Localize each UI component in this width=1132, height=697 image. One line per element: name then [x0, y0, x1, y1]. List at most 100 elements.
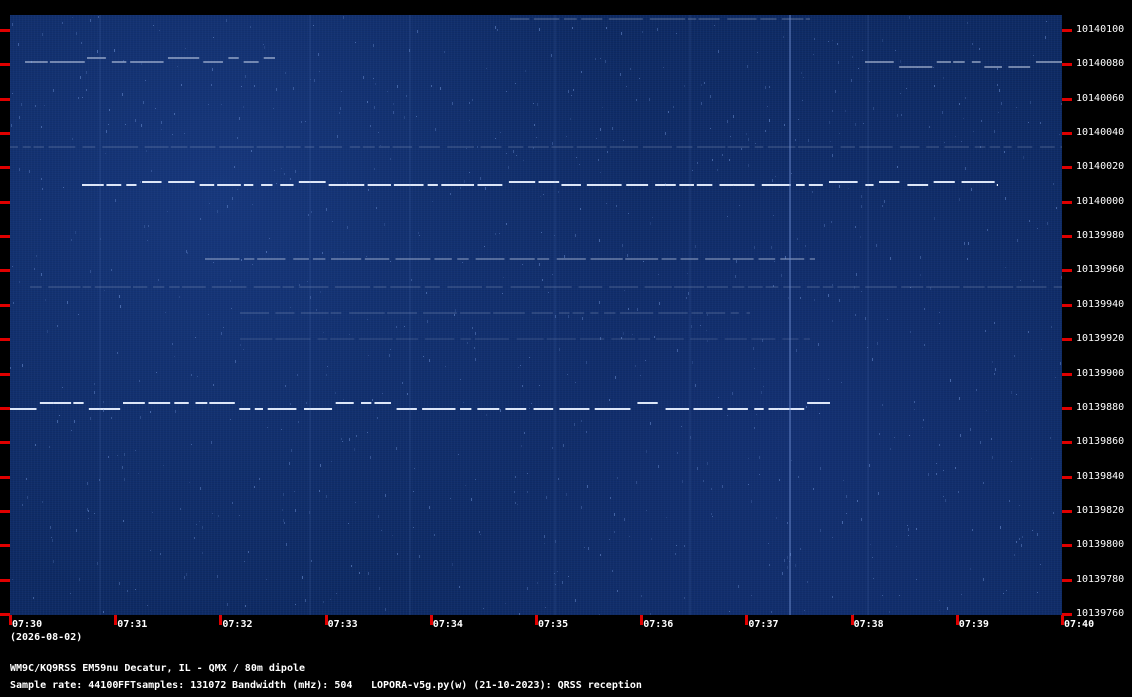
noise-speckle	[1037, 533, 1038, 536]
noise-speckle	[267, 427, 268, 428]
noise-speckle	[964, 242, 965, 245]
noise-speckle	[264, 46, 265, 49]
noise-speckle	[983, 482, 984, 484]
noise-speckle	[748, 164, 749, 167]
noise-speckle	[194, 537, 195, 539]
noise-speckle	[502, 293, 503, 294]
noise-speckle	[808, 139, 809, 142]
noise-speckle	[389, 354, 390, 357]
noise-speckle	[155, 108, 156, 109]
noise-speckle	[736, 260, 737, 263]
noise-speckle	[914, 401, 915, 403]
noise-speckle	[930, 287, 931, 290]
noise-speckle	[570, 118, 571, 120]
noise-speckle	[466, 148, 467, 149]
noise-speckle	[323, 332, 324, 333]
noise-speckle	[635, 365, 636, 367]
noise-speckle	[832, 596, 833, 598]
freq-tick-left	[0, 441, 10, 445]
noise-speckle	[1047, 222, 1048, 225]
noise-speckle	[1009, 500, 1010, 502]
noise-speckle	[404, 116, 405, 119]
noise-speckle	[19, 116, 20, 119]
noise-speckle	[356, 435, 357, 437]
noise-speckle	[302, 576, 303, 579]
noise-speckle	[76, 32, 77, 35]
noise-speckle	[559, 348, 560, 351]
noise-speckle	[212, 513, 213, 514]
noise-speckle	[854, 286, 855, 289]
noise-speckle	[50, 526, 51, 529]
noise-speckle	[505, 603, 506, 604]
noise-speckle	[191, 444, 192, 445]
noise-speckle	[387, 91, 388, 92]
noise-speckle	[320, 464, 321, 467]
noise-speckle	[290, 307, 291, 308]
noise-speckle	[994, 322, 995, 324]
noise-speckle	[42, 188, 43, 190]
noise-speckle	[259, 478, 260, 480]
noise-speckle	[551, 54, 552, 57]
noise-speckle	[458, 454, 459, 455]
noise-speckle	[41, 126, 42, 128]
noise-speckle	[869, 464, 870, 467]
noise-speckle	[757, 52, 758, 53]
noise-speckle	[431, 85, 432, 87]
noise-speckle	[627, 254, 628, 257]
noise-speckle	[529, 408, 530, 409]
noise-speckle	[691, 325, 692, 328]
noise-speckle	[506, 223, 507, 225]
noise-speckle	[845, 110, 846, 112]
noise-speckle	[920, 256, 921, 259]
noise-speckle	[276, 88, 277, 91]
noise-speckle	[600, 337, 601, 340]
noise-speckle	[150, 550, 151, 551]
noise-speckle	[146, 150, 147, 152]
noise-speckle	[543, 194, 544, 195]
noise-speckle	[796, 349, 797, 352]
noise-speckle	[474, 347, 475, 349]
noise-speckle	[812, 191, 813, 193]
noise-speckle	[748, 484, 749, 485]
noise-speckle	[775, 176, 776, 177]
noise-speckle	[738, 585, 739, 588]
noise-speckle	[620, 73, 621, 76]
noise-speckle	[695, 384, 696, 387]
noise-speckle	[307, 281, 308, 282]
noise-speckle	[870, 544, 871, 545]
noise-speckle	[943, 470, 944, 471]
noise-speckle	[140, 416, 141, 419]
noise-speckle	[385, 608, 386, 611]
noise-speckle	[820, 467, 821, 470]
noise-speckle	[623, 332, 624, 335]
noise-speckle	[80, 76, 81, 79]
noise-speckle	[900, 93, 901, 94]
noise-speckle	[297, 374, 298, 376]
noise-speckle	[563, 444, 564, 447]
noise-speckle	[147, 605, 148, 606]
noise-speckle	[908, 535, 909, 536]
noise-speckle	[513, 150, 514, 153]
noise-speckle	[1016, 107, 1017, 108]
noise-speckle	[539, 28, 540, 31]
noise-speckle	[646, 450, 647, 453]
noise-speckle	[917, 67, 918, 68]
noise-speckle	[184, 133, 185, 134]
noise-speckle	[1061, 103, 1062, 105]
freq-label: 10139900	[1076, 367, 1125, 379]
noise-speckle	[426, 292, 427, 294]
noise-speckle	[94, 513, 95, 514]
noise-speckle	[965, 97, 966, 99]
noise-speckle	[145, 80, 146, 81]
date-label: (2026-08-02)	[10, 632, 83, 643]
noise-speckle	[686, 297, 687, 299]
noise-speckle	[143, 101, 144, 104]
noise-speckle	[285, 385, 286, 387]
noise-speckle	[252, 264, 253, 265]
noise-speckle	[141, 62, 142, 65]
noise-speckle	[310, 79, 311, 80]
noise-speckle	[609, 399, 610, 401]
freq-label: 10139920	[1076, 333, 1125, 345]
noise-speckle	[252, 204, 253, 205]
noise-speckle	[797, 238, 798, 240]
